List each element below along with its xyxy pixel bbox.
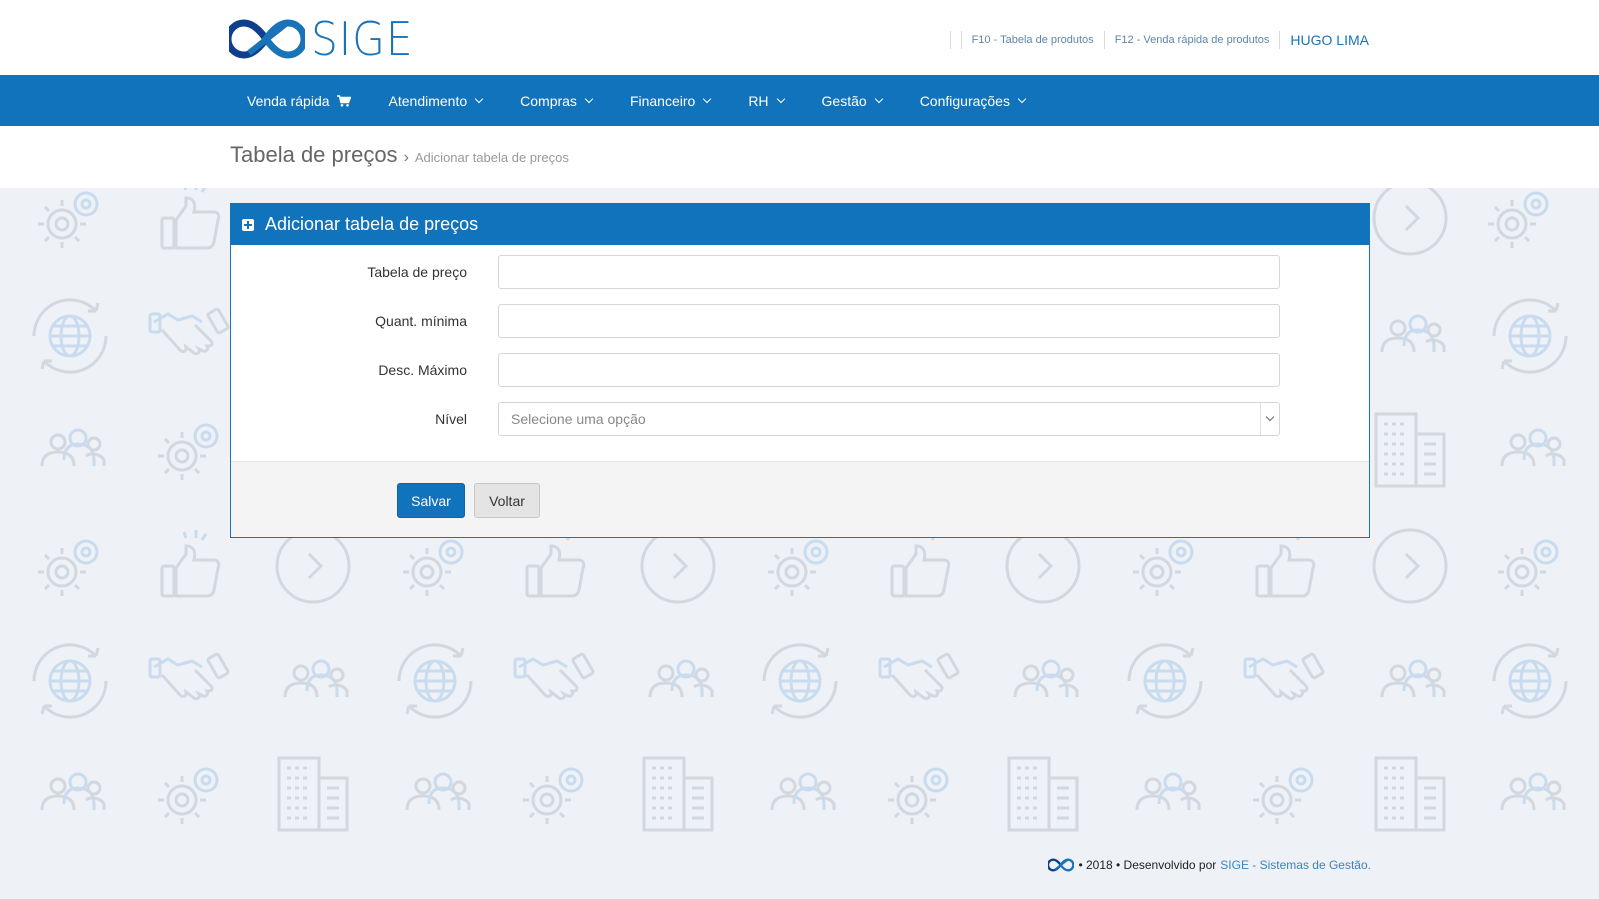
panel-title: Adicionar tabela de preços	[265, 214, 479, 234]
top-header: SIGE F10 - Tabela de produtos F12 - Vend…	[0, 0, 1599, 75]
sige-logo[interactable]: SIGE	[229, 12, 422, 66]
divider	[1103, 31, 1105, 49]
nav-item-atendimento[interactable]: Atendimento	[370, 75, 502, 126]
link-venda-rapida-produtos[interactable]: F12 - Venda rápida de produtos	[1115, 34, 1270, 46]
nav-label: Compras	[520, 92, 577, 109]
form-row-desc: Desc. Máximo	[231, 353, 1369, 387]
footer-link[interactable]: SIGE - Sistemas de Gestão.	[1220, 858, 1371, 872]
tabela-preco-input[interactable]	[498, 255, 1280, 289]
chevron-down-icon	[474, 94, 484, 103]
nav-item-configuracoes[interactable]: Configurações	[901, 75, 1044, 126]
sige-logo-small-icon	[1048, 858, 1075, 872]
form-row-quant: Quant. mínima	[231, 304, 1369, 338]
field-label: Tabela de preço	[367, 264, 467, 280]
logo-text: SIGE	[311, 12, 414, 66]
nav-label: RH	[748, 92, 769, 109]
nav-item-rh[interactable]: RH	[729, 75, 802, 126]
chevron-down-icon	[1017, 94, 1027, 103]
nivel-select[interactable]: Selecione uma opção	[498, 402, 1280, 436]
divider	[949, 31, 951, 49]
field-label: Nível	[435, 411, 467, 427]
divider	[1279, 31, 1281, 49]
chevron-down-icon	[584, 94, 594, 103]
select-placeholder: Selecione uma opção	[511, 411, 646, 427]
chevron-down-icon	[1260, 403, 1279, 435]
page-footer: • 2018 • Desenvolvido por SIGE - Sistema…	[1048, 857, 1371, 873]
nav-item-compras[interactable]: Compras	[501, 75, 611, 126]
panel-header: Adicionar tabela de preços	[231, 204, 1369, 245]
nav-label: Configurações	[919, 92, 1010, 109]
divider	[960, 31, 962, 49]
nav-item-gestao[interactable]: Gestão	[803, 75, 901, 126]
save-button[interactable]: Salvar	[397, 483, 465, 518]
nav-label: Atendimento	[388, 92, 468, 109]
nav-item-venda-rapida[interactable]: Venda rápida	[229, 75, 370, 126]
form-row-tabela: Tabela de preço	[231, 255, 1369, 289]
footer-text: • 2018 • Desenvolvido por	[1078, 858, 1217, 872]
chevron-down-icon	[776, 94, 785, 103]
panel-footer: Salvar Voltar	[231, 461, 1369, 537]
top-links: F10 - Tabela de produtos F12 - Venda ráp…	[940, 30, 1369, 50]
nav-item-financeiro[interactable]: Financeiro	[611, 75, 729, 126]
user-menu[interactable]: HUGO LIMA	[1290, 32, 1369, 48]
chevron-down-icon	[874, 94, 883, 103]
plus-square-icon	[242, 218, 254, 231]
field-label: Desc. Máximo	[378, 362, 467, 378]
chevron-down-icon	[703, 94, 712, 103]
sige-logo-icon	[229, 19, 305, 59]
field-label: Quant. mínima	[375, 313, 467, 329]
breadcrumb: Tabela de preços › Adicionar tabela de p…	[230, 142, 569, 168]
back-button[interactable]: Voltar	[474, 483, 540, 518]
quant-minima-input[interactable]	[498, 304, 1280, 338]
link-tabela-produtos[interactable]: F10 - Tabela de produtos	[972, 34, 1094, 46]
desc-maximo-input[interactable]	[498, 353, 1280, 387]
form-row-nivel: Nível Selecione uma opção	[231, 402, 1369, 436]
nav-label: Gestão	[821, 92, 867, 109]
add-price-table-panel: Adicionar tabela de preços Tabela de pre…	[230, 203, 1370, 538]
nav-label: Venda rápida	[247, 92, 330, 109]
main-navbar: Venda rápida Atendimento Compras Finance…	[0, 75, 1599, 126]
breadcrumb-current: Adicionar tabela de preços	[414, 150, 569, 165]
cart-icon	[336, 94, 351, 107]
nav-label: Financeiro	[629, 92, 696, 109]
breadcrumb-separator: ›	[403, 149, 409, 166]
nav-menu: Venda rápida Atendimento Compras Finance…	[229, 75, 1044, 126]
page-title: Tabela de preços	[230, 142, 398, 167]
breadcrumb-bar: Tabela de preços › Adicionar tabela de p…	[0, 126, 1599, 188]
